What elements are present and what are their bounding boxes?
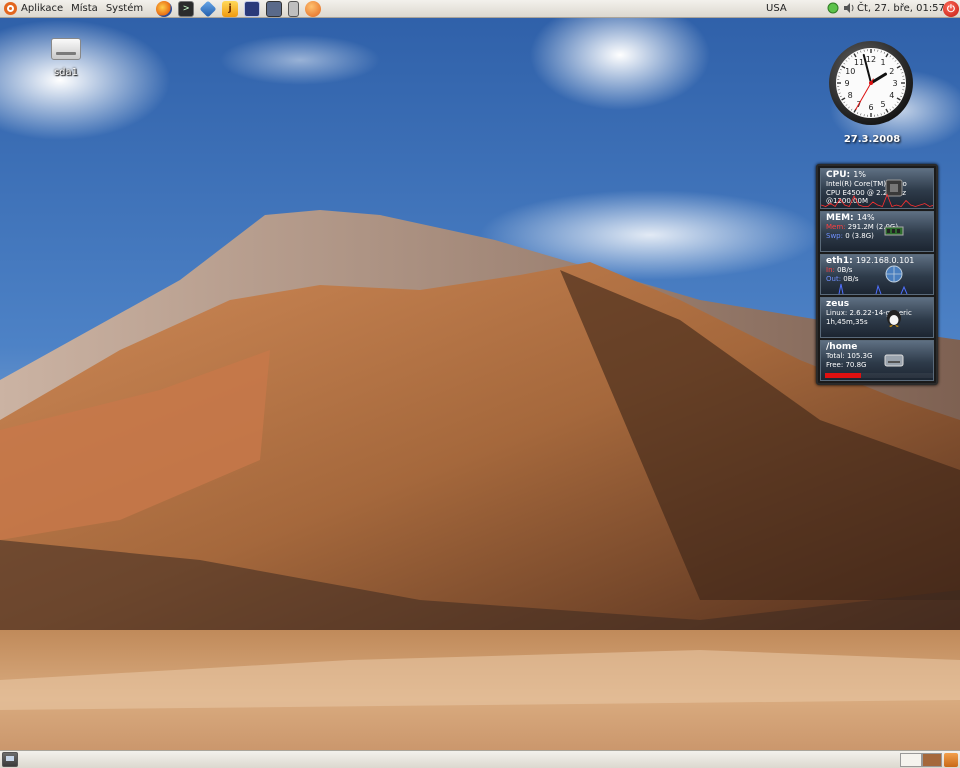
clock-date: 27.3.2008	[843, 134, 901, 145]
disk-total-value: 105.3G	[846, 352, 873, 360]
disk-free-label: Free:	[826, 360, 844, 369]
virtualbox-icon[interactable]	[199, 0, 217, 17]
mobile-icon[interactable]	[288, 0, 300, 17]
memory-panel: MEM: 14% Mem: 291.2M (2.0G) Swp: 0 (3.8G…	[820, 211, 934, 252]
clock-numeral: 11	[854, 58, 864, 67]
net-in-label: In:	[826, 266, 835, 274]
desktop-drive-sda1[interactable]: sda1	[36, 38, 96, 78]
analog-clock-widget: 123456789101112 27.3.2008	[828, 40, 916, 145]
menu-applications-label: Aplikace	[21, 2, 64, 14]
mem-swap-row: Swp: 0 (3.8G)	[826, 232, 928, 241]
disk-free-value: 70.8G	[845, 360, 867, 369]
clock-numeral: 12	[866, 55, 876, 64]
clock-numeral: 5	[880, 100, 885, 109]
menu-system[interactable]: Systém	[102, 0, 147, 18]
cpu-history-graph	[821, 193, 933, 208]
volume-icon[interactable]	[842, 1, 856, 15]
system-monitor-widget: CPU: 1% Intel(R) Core(TM)2 Duo CPU E4500…	[816, 164, 938, 385]
disk-total-label: Total:	[826, 352, 845, 360]
clock-numeral: 4	[889, 91, 894, 100]
panel-clock[interactable]: Čt, 27. bře, 01:57	[857, 0, 945, 18]
media-icon[interactable]	[305, 0, 322, 17]
clock-numeral: 3	[892, 79, 897, 88]
host-kernel: Linux: 2.6.22-14-generic	[826, 309, 912, 317]
mem-ram-row: Mem: 291.2M (2.0G)	[826, 223, 928, 232]
mem-label: MEM:	[826, 213, 854, 223]
cpu-model: Intel(R) Core(TM)2 Duo	[826, 180, 907, 188]
network-icon[interactable]	[826, 1, 840, 15]
clock-numeral: 8	[848, 91, 853, 100]
mem-swap-value: 0 (3.8G)	[845, 231, 874, 240]
drive-icon	[51, 38, 81, 60]
cpu-label: CPU:	[826, 170, 851, 180]
cpu-history-line	[821, 193, 933, 208]
drive-label: sda1	[53, 67, 79, 78]
disk-panel: /home Total: 105.3G Free: 70.8G	[820, 340, 934, 381]
clock-numeral: 9	[844, 79, 849, 88]
menu-applications[interactable]: Aplikace	[0, 0, 67, 18]
net-interface: eth1:	[826, 256, 853, 266]
tux-icon	[887, 310, 901, 327]
screenshot-icon[interactable]	[244, 0, 261, 17]
host-panel: zeus Linux: 2.6.22-14-generic 1h,45m,35s	[820, 297, 934, 338]
save-icon[interactable]	[266, 0, 283, 17]
cpu-title: CPU: 1%	[826, 170, 928, 180]
system-tray	[826, 1, 858, 15]
keyboard-layout-indicator[interactable]: USA	[766, 0, 787, 18]
disk-free-row: Free: 70.8G	[826, 361, 928, 370]
bottom-panel	[0, 750, 960, 768]
host-uptime: 1h,45m,35s	[826, 317, 868, 326]
disk-usage-bar	[825, 373, 862, 378]
host-name: zeus	[826, 299, 850, 309]
cpu-usage: 1%	[853, 170, 866, 179]
top-panel: Aplikace Místa Systém > j USA Čt, 27. bř…	[0, 0, 960, 18]
workspace-2[interactable]	[922, 753, 942, 767]
menu-places-label: Místa	[71, 2, 98, 14]
menu-system-label: Systém	[105, 2, 144, 14]
net-in-row: In: 0B/s	[826, 266, 928, 275]
clock-numeral: 10	[845, 67, 855, 76]
trash-icon[interactable]	[944, 753, 958, 767]
show-desktop-icon[interactable]	[2, 752, 18, 767]
firefox-icon[interactable]	[156, 0, 173, 17]
harddisk-icon	[884, 354, 904, 367]
terminal-icon[interactable]: >	[178, 0, 195, 17]
memory-module-icon	[884, 226, 904, 236]
mem-title: MEM: 14%	[826, 213, 928, 223]
network-panel: eth1: 192.168.0.101 In: 0B/s Out: 0B/s	[820, 254, 934, 295]
disk-mount: /home	[826, 342, 858, 352]
net-in-value: 0B/s	[837, 266, 853, 274]
disk-total-row: Total: 105.3G	[826, 352, 928, 361]
clock-numeral: 6	[868, 103, 873, 112]
workspace-1[interactable]	[900, 753, 922, 767]
ubuntu-logo-icon	[4, 2, 17, 15]
mem-swap-label: Swp:	[826, 231, 843, 240]
clock-numeral: 1	[880, 58, 885, 67]
mem-usage: 14%	[856, 213, 875, 222]
cpu-panel: CPU: 1% Intel(R) Core(TM)2 Duo CPU E4500…	[820, 168, 934, 209]
launcher-bar: > j	[153, 0, 324, 17]
clock-face: 123456789101112	[829, 41, 913, 125]
java-icon[interactable]: j	[222, 0, 239, 17]
menu-places[interactable]: Místa	[67, 0, 102, 18]
mem-ram-label: Mem:	[826, 223, 846, 231]
clock-numeral: 2	[889, 67, 894, 76]
network-history-graph	[838, 283, 908, 294]
power-icon[interactable]: ⏻	[943, 1, 959, 17]
net-title: eth1: 192.168.0.101	[826, 256, 928, 266]
